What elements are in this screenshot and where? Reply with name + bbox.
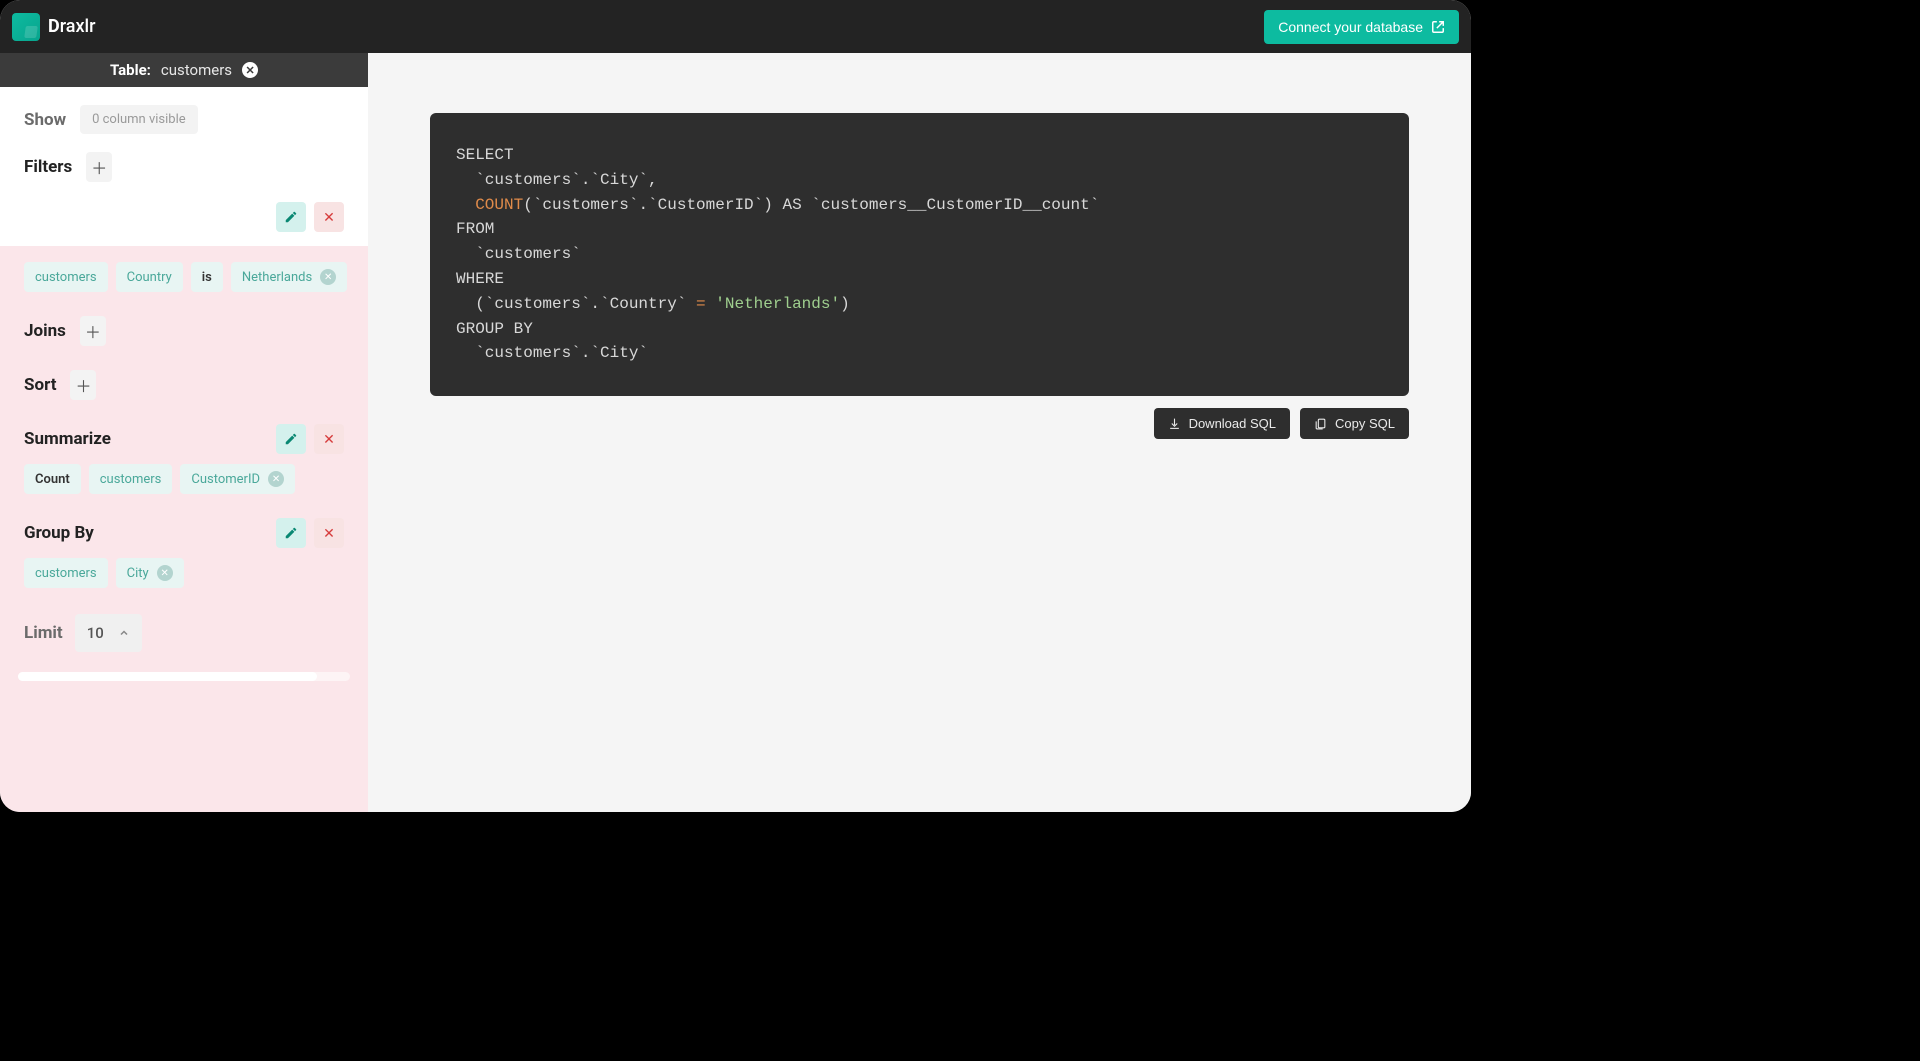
sql-kw-from: FROM <box>456 220 494 238</box>
sql-kw-groupby: GROUP BY <box>456 320 533 338</box>
sort-label: Sort <box>24 375 56 395</box>
summarize-agg-chip[interactable]: Count <box>24 464 81 494</box>
sql-line-1: `customers`.`City`, <box>456 171 658 189</box>
main-panel: SELECT `customers`.`City`, COUNT(`custom… <box>368 53 1471 812</box>
brand-logo-icon <box>12 13 40 41</box>
summarize-table-chip[interactable]: customers <box>89 464 173 494</box>
sql-line-4c: ) <box>840 295 850 313</box>
edit-groupby-button[interactable] <box>276 518 306 548</box>
joins-section: Joins ＋ <box>0 304 368 358</box>
remove-summarize-button[interactable]: ✕ <box>268 471 284 487</box>
sql-kw-select: SELECT <box>456 146 514 164</box>
sql-indent-2 <box>456 196 475 214</box>
limit-label: Limit <box>24 623 63 643</box>
limit-value: 10 <box>87 624 104 642</box>
copy-sql-button[interactable]: Copy SQL <box>1300 408 1409 439</box>
sql-line-4a: (`customers`.`Country` <box>456 295 696 313</box>
add-sort-button[interactable]: ＋ <box>70 370 96 400</box>
limit-section: Limit 10 <box>0 600 368 666</box>
scrollbar-thumb[interactable] <box>18 672 317 681</box>
sql-space <box>706 295 716 313</box>
remove-groupby-button[interactable]: ✕ <box>157 565 173 581</box>
download-sql-label: Download SQL <box>1189 416 1276 431</box>
app-window: Draxlr Connect your database Table: cust… <box>0 0 1471 812</box>
download-sql-button[interactable]: Download SQL <box>1154 408 1290 439</box>
sql-actions: Download SQL Copy SQL <box>430 408 1409 439</box>
delete-groupby-button[interactable]: ✕ <box>314 518 344 548</box>
close-table-button[interactable]: ✕ <box>242 62 258 78</box>
groupby-label: Group By <box>24 523 94 543</box>
sql-line-2: (`customers`.`CustomerID`) AS `customers… <box>523 196 1099 214</box>
pencil-icon <box>284 526 298 540</box>
delete-summarize-button[interactable]: ✕ <box>314 424 344 454</box>
edit-filter-button[interactable] <box>276 202 306 232</box>
chevron-up-icon <box>118 627 130 639</box>
groupby-column-chip[interactable]: City ✕ <box>116 558 184 588</box>
brand-rest: raxlr <box>60 16 96 37</box>
filters-header: Filters ＋ <box>0 144 368 192</box>
sql-line-5: `customers`.`City` <box>456 344 648 362</box>
external-link-icon <box>1431 20 1445 34</box>
filter-column-chip[interactable]: Country <box>116 262 183 292</box>
table-header: Table: customers ✕ <box>0 53 368 87</box>
connect-database-label: Connect your database <box>1278 19 1423 35</box>
pencil-icon <box>284 432 298 446</box>
horizontal-scrollbar[interactable] <box>18 672 350 681</box>
groupby-section: Group By ✕ customers City ✕ <box>0 506 368 600</box>
delete-filter-button[interactable]: ✕ <box>314 202 344 232</box>
brand: Draxlr <box>12 13 95 41</box>
filter-operator-chip[interactable]: is <box>191 262 223 292</box>
filters-label: Filters <box>24 157 72 177</box>
summarize-label: Summarize <box>24 429 111 449</box>
joins-label: Joins <box>24 321 66 341</box>
table-prefix: Table: <box>110 61 151 79</box>
brand-bold: D <box>48 16 60 37</box>
sql-op-eq: = <box>696 295 706 313</box>
summarize-column-chip[interactable]: CustomerID ✕ <box>180 464 295 494</box>
copy-sql-label: Copy SQL <box>1335 416 1395 431</box>
clipboard-icon <box>1314 417 1327 430</box>
summarize-column-text: CustomerID <box>191 472 260 487</box>
sql-line-3: `customers` <box>456 245 581 263</box>
remove-filter-value-button[interactable]: ✕ <box>320 269 336 285</box>
table-name: customers <box>161 61 232 79</box>
download-icon <box>1168 417 1181 430</box>
topbar: Draxlr Connect your database <box>0 0 1471 53</box>
groupby-column-text: City <box>127 566 149 581</box>
sql-fn-count: COUNT <box>475 196 523 214</box>
add-filter-button[interactable]: ＋ <box>86 152 112 182</box>
filter-table-chip[interactable]: customers <box>24 262 108 292</box>
limit-input[interactable]: 10 <box>75 614 142 652</box>
pencil-icon <box>284 210 298 224</box>
query-sidebar: Table: customers ✕ Show 0 column visible… <box>0 53 368 812</box>
summarize-section: Summarize ✕ Count customers CustomerID ✕ <box>0 412 368 506</box>
sql-string: 'Netherlands' <box>715 295 840 313</box>
filter-value-chip[interactable]: Netherlands ✕ <box>231 262 347 292</box>
show-visible-count[interactable]: 0 column visible <box>80 105 198 134</box>
body: Table: customers ✕ Show 0 column visible… <box>0 53 1471 812</box>
filter-row-actions: ✕ <box>0 192 368 246</box>
sql-kw-where: WHERE <box>456 270 504 288</box>
sort-section: Sort ＋ <box>0 358 368 412</box>
filter-item: customers Country is Netherlands ✕ <box>0 246 368 304</box>
show-section: Show 0 column visible <box>0 87 368 144</box>
filter-value-text: Netherlands <box>242 270 312 285</box>
edit-summarize-button[interactable] <box>276 424 306 454</box>
sql-preview: SELECT `customers`.`City`, COUNT(`custom… <box>430 113 1409 396</box>
show-label: Show <box>24 110 66 130</box>
brand-name: Draxlr <box>48 16 95 37</box>
add-join-button[interactable]: ＋ <box>80 316 106 346</box>
connect-database-button[interactable]: Connect your database <box>1264 10 1459 44</box>
groupby-table-chip[interactable]: customers <box>24 558 108 588</box>
